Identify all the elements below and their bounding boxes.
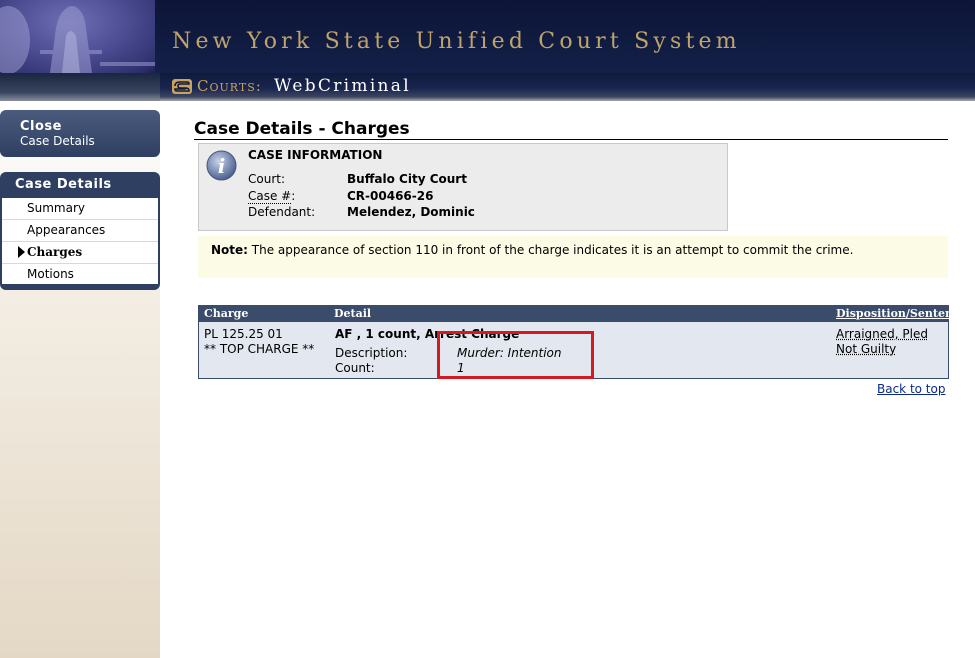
- case-number-colon: :: [291, 189, 296, 203]
- nav-item-label: Summary: [27, 201, 85, 215]
- note-body: The appearance of section 110 in front o…: [247, 243, 854, 257]
- top-charge-flag: ** TOP CHARGE **: [204, 342, 315, 356]
- close-subtitle: Case Details: [20, 134, 95, 148]
- close-case-details-button[interactable]: Close Case Details: [0, 110, 160, 157]
- site-title: New York State Unified Court System: [172, 29, 741, 54]
- note-text: Note: The appearance of section 110 in f…: [211, 243, 853, 257]
- app-name: WebCriminal: [274, 76, 411, 96]
- case-number-abbr: Case #: [248, 189, 292, 204]
- column-header-detail: Detail: [334, 307, 372, 320]
- defendant-value: Melendez, Dominic: [347, 205, 475, 219]
- back-to-top-link[interactable]: Back to top: [877, 382, 945, 396]
- info-icon: i: [206, 150, 237, 181]
- disposition-line-2[interactable]: Not Guilty: [836, 342, 896, 356]
- nav-item-label: Charges: [27, 245, 83, 259]
- page-title: Case Details - Charges: [194, 119, 410, 139]
- column-header-charge: Charge: [204, 307, 249, 320]
- court-seal-logo: [0, 0, 155, 73]
- title-divider: [194, 139, 948, 140]
- table-header-row: Charge Detail Disposition/Sentence: [199, 306, 967, 322]
- description-label: Description:: [335, 346, 408, 360]
- nav-item-label: Appearances: [27, 223, 106, 237]
- courts-label: Courts:: [197, 77, 262, 95]
- case-number-value: CR-00466-26: [347, 189, 434, 203]
- nav-item-motions[interactable]: Motions: [2, 264, 158, 284]
- nav-item-summary[interactable]: Summary: [2, 198, 158, 220]
- court-label: Court:: [248, 172, 286, 186]
- column-header-disposition[interactable]: Disposition/Sentence: [836, 307, 967, 320]
- close-title: Close: [20, 119, 62, 134]
- current-page-arrow-icon: [18, 246, 25, 258]
- court-value: Buffalo City Court: [347, 172, 467, 186]
- defendant-label: Defendant:: [248, 205, 316, 219]
- case-number-label: Case #:: [248, 189, 296, 204]
- nav-header: Case Details: [15, 177, 112, 192]
- case-information-panel: i CASE INFORMATION Court: Buffalo City C…: [198, 143, 728, 231]
- nav-item-appearances[interactable]: Appearances: [2, 220, 158, 242]
- svg-text:i: i: [218, 154, 226, 178]
- courts-logo-icon: [172, 79, 192, 94]
- nav-item-charges[interactable]: Charges: [2, 242, 158, 264]
- charge-code: PL 125.25 01: [204, 327, 283, 341]
- case-info-heading: CASE INFORMATION: [248, 148, 383, 162]
- nav-item-label: Motions: [27, 267, 74, 281]
- count-label: Count:: [335, 361, 375, 375]
- case-details-nav: Case Details Summary Appearances Charges…: [0, 172, 160, 290]
- note-box: Note: The appearance of section 110 in f…: [198, 236, 948, 278]
- site-header: New York State Unified Court System: [0, 0, 975, 73]
- highlight-annotation-box: [437, 331, 594, 379]
- disposition-line-1[interactable]: Arraigned, Pled: [836, 327, 928, 341]
- note-label: Note:: [211, 243, 248, 257]
- app-bar-left: [0, 73, 160, 101]
